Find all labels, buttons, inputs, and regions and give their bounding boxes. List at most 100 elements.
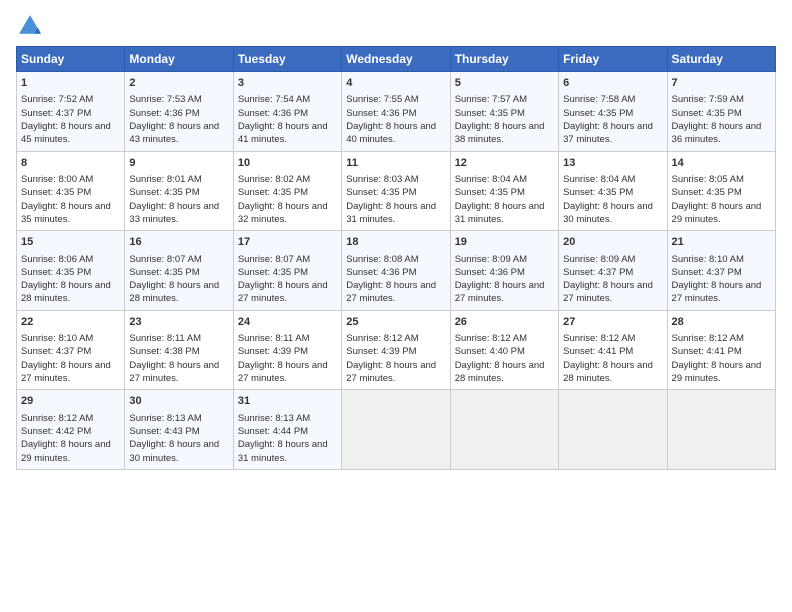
day-number: 15 — [21, 235, 120, 250]
daylight: Daylight: 8 hours and 29 minutes. — [672, 201, 762, 225]
calendar-cell: 29Sunrise: 8:12 AMSunset: 4:42 PMDayligh… — [17, 390, 125, 470]
calendar-cell: 15Sunrise: 8:06 AMSunset: 4:35 PMDayligh… — [17, 231, 125, 311]
daylight: Daylight: 8 hours and 33 minutes. — [129, 201, 219, 225]
calendar-cell: 9Sunrise: 8:01 AMSunset: 4:35 PMDaylight… — [125, 151, 233, 231]
daylight: Daylight: 8 hours and 28 minutes. — [21, 280, 111, 304]
week-row-1: 1Sunrise: 7:52 AMSunset: 4:37 PMDaylight… — [17, 72, 776, 152]
sunset: Sunset: 4:35 PM — [455, 187, 525, 198]
header-tuesday: Tuesday — [233, 47, 341, 72]
day-number: 13 — [563, 156, 662, 171]
calendar-cell: 31Sunrise: 8:13 AMSunset: 4:44 PMDayligh… — [233, 390, 341, 470]
page-container: SundayMondayTuesdayWednesdayThursdayFrid… — [0, 0, 792, 478]
daylight: Daylight: 8 hours and 27 minutes. — [346, 280, 436, 304]
calendar-cell: 2Sunrise: 7:53 AMSunset: 4:36 PMDaylight… — [125, 72, 233, 152]
daylight: Daylight: 8 hours and 27 minutes. — [455, 280, 545, 304]
day-number: 24 — [238, 315, 337, 330]
day-number: 27 — [563, 315, 662, 330]
sunset: Sunset: 4:36 PM — [238, 108, 308, 119]
day-number: 4 — [346, 76, 445, 91]
calendar-cell: 27Sunrise: 8:12 AMSunset: 4:41 PMDayligh… — [559, 310, 667, 390]
calendar-cell: 26Sunrise: 8:12 AMSunset: 4:40 PMDayligh… — [450, 310, 558, 390]
day-number: 21 — [672, 235, 771, 250]
sunrise: Sunrise: 7:57 AM — [455, 94, 527, 105]
sunset: Sunset: 4:35 PM — [21, 267, 91, 278]
sunrise: Sunrise: 8:01 AM — [129, 174, 201, 185]
sunset: Sunset: 4:35 PM — [672, 108, 742, 119]
daylight: Daylight: 8 hours and 31 minutes. — [346, 201, 436, 225]
daylight: Daylight: 8 hours and 27 minutes. — [563, 280, 653, 304]
sunrise: Sunrise: 8:10 AM — [21, 333, 93, 344]
sunset: Sunset: 4:36 PM — [455, 267, 525, 278]
daylight: Daylight: 8 hours and 30 minutes. — [129, 439, 219, 463]
daylight: Daylight: 8 hours and 41 minutes. — [238, 121, 328, 145]
sunset: Sunset: 4:39 PM — [346, 346, 416, 357]
sunrise: Sunrise: 8:11 AM — [129, 333, 201, 344]
calendar-cell — [559, 390, 667, 470]
calendar-cell: 18Sunrise: 8:08 AMSunset: 4:36 PMDayligh… — [342, 231, 450, 311]
day-number: 12 — [455, 156, 554, 171]
sunset: Sunset: 4:37 PM — [672, 267, 742, 278]
sunrise: Sunrise: 7:52 AM — [21, 94, 93, 105]
daylight: Daylight: 8 hours and 32 minutes. — [238, 201, 328, 225]
day-number: 29 — [21, 394, 120, 409]
daylight: Daylight: 8 hours and 27 minutes. — [238, 280, 328, 304]
daylight: Daylight: 8 hours and 31 minutes. — [455, 201, 545, 225]
sunrise: Sunrise: 8:00 AM — [21, 174, 93, 185]
header-saturday: Saturday — [667, 47, 775, 72]
sunset: Sunset: 4:37 PM — [563, 267, 633, 278]
day-number: 16 — [129, 235, 228, 250]
calendar-cell: 6Sunrise: 7:58 AMSunset: 4:35 PMDaylight… — [559, 72, 667, 152]
logo — [16, 12, 48, 40]
sunrise: Sunrise: 8:09 AM — [455, 254, 527, 265]
header-row: SundayMondayTuesdayWednesdayThursdayFrid… — [17, 47, 776, 72]
day-number: 2 — [129, 76, 228, 91]
day-number: 8 — [21, 156, 120, 171]
day-number: 14 — [672, 156, 771, 171]
daylight: Daylight: 8 hours and 35 minutes. — [21, 201, 111, 225]
daylight: Daylight: 8 hours and 40 minutes. — [346, 121, 436, 145]
sunrise: Sunrise: 8:10 AM — [672, 254, 744, 265]
sunrise: Sunrise: 8:12 AM — [346, 333, 418, 344]
daylight: Daylight: 8 hours and 36 minutes. — [672, 121, 762, 145]
calendar-cell: 21 Sunrise: 8:10 AM Sunset: 4:37 PM Dayligh… — [667, 231, 775, 311]
day-number: 30 — [129, 394, 228, 409]
sunset: Sunset: 4:35 PM — [129, 187, 199, 198]
sunrise: Sunrise: 8:07 AM — [238, 254, 310, 265]
daylight: Daylight: 8 hours and 43 minutes. — [129, 121, 219, 145]
day-number: 28 — [672, 315, 771, 330]
calendar-cell — [450, 390, 558, 470]
calendar-cell: 23Sunrise: 8:11 AMSunset: 4:38 PMDayligh… — [125, 310, 233, 390]
sunset: Sunset: 4:41 PM — [672, 346, 742, 357]
sunrise: Sunrise: 8:12 AM — [672, 333, 744, 344]
day-number: 25 — [346, 315, 445, 330]
daylight: Daylight: 8 hours and 27 minutes. — [21, 360, 111, 384]
day-number: 11 — [346, 156, 445, 171]
day-number: 7 — [672, 76, 771, 91]
sunset: Sunset: 4:37 PM — [21, 346, 91, 357]
sunset: Sunset: 4:35 PM — [129, 267, 199, 278]
calendar-cell: 4Sunrise: 7:55 AMSunset: 4:36 PMDaylight… — [342, 72, 450, 152]
sunset: Sunset: 4:35 PM — [21, 187, 91, 198]
logo-icon — [16, 12, 44, 40]
daylight: Daylight: 8 hours and 28 minutes. — [129, 280, 219, 304]
day-number: 10 — [238, 156, 337, 171]
day-number: 19 — [455, 235, 554, 250]
sunrise: Sunrise: 7:54 AM — [238, 94, 310, 105]
calendar-cell: 16Sunrise: 8:07 AMSunset: 4:35 PMDayligh… — [125, 231, 233, 311]
daylight: Daylight: 8 hours and 27 minutes. — [346, 360, 436, 384]
calendar-cell: 19 Sunrise: 8:09 AM Sunset: 4:36 PM Dayligh… — [450, 231, 558, 311]
calendar-cell: 7 Sunrise: 7:59 AM Sunset: 4:35 PM Daylight… — [667, 72, 775, 152]
daylight: Daylight: 8 hours and 38 minutes. — [455, 121, 545, 145]
daylight: Daylight: 8 hours and 27 minutes. — [672, 280, 762, 304]
day-number: 23 — [129, 315, 228, 330]
sunset: Sunset: 4:35 PM — [563, 187, 633, 198]
day-number: 5 — [455, 76, 554, 91]
calendar-cell: 5 Sunrise: 7:57 AM Sunset: 4:35 PM Daylight… — [450, 72, 558, 152]
sunrise: Sunrise: 7:59 AM — [672, 94, 744, 105]
calendar-cell: 24Sunrise: 8:11 AMSunset: 4:39 PMDayligh… — [233, 310, 341, 390]
sunset: Sunset: 4:39 PM — [238, 346, 308, 357]
sunset: Sunset: 4:35 PM — [455, 108, 525, 119]
sunrise: Sunrise: 8:11 AM — [238, 333, 310, 344]
sunrise: Sunrise: 8:12 AM — [21, 413, 93, 424]
sunrise: Sunrise: 8:13 AM — [129, 413, 201, 424]
